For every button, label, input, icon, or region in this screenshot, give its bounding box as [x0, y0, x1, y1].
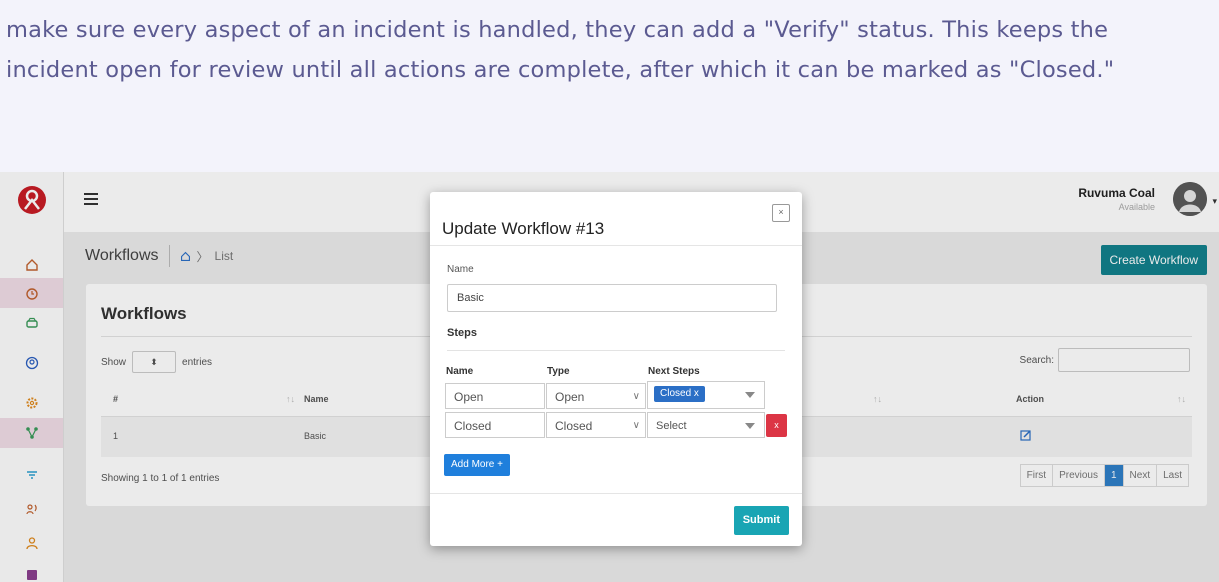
- chevron-down-icon: ∨: [632, 420, 640, 431]
- col-name-header: Name: [446, 366, 474, 377]
- step-name-input[interactable]: Open: [445, 383, 545, 409]
- step-type-select[interactable]: Closed ∨: [546, 412, 646, 438]
- chevron-down-icon: ∨: [632, 391, 640, 402]
- next-steps-select[interactable]: Select: [647, 412, 765, 438]
- intro-paragraph: make sure every aspect of an incident is…: [6, 17, 1115, 83]
- remove-step-button[interactable]: x: [766, 414, 787, 437]
- dropdown-arrow-icon: [745, 392, 755, 398]
- col-type-header: Type: [547, 366, 570, 377]
- add-more-button[interactable]: Add More +: [444, 454, 510, 476]
- selected-step-chip[interactable]: Closed x: [654, 386, 705, 402]
- col-next-header: Next Steps: [648, 366, 700, 377]
- modal-title: Update Workflow #13: [442, 219, 605, 238]
- step-name-input[interactable]: Closed: [445, 412, 545, 438]
- workflow-name-input[interactable]: Basic: [447, 284, 777, 312]
- steps-heading: Steps: [447, 327, 477, 339]
- next-steps-select[interactable]: Closed x: [647, 381, 765, 409]
- dropdown-arrow-icon: [745, 423, 755, 429]
- step-type-select[interactable]: Open ∨: [546, 383, 646, 409]
- update-workflow-modal: Update Workflow #13 × Name Basic Steps N…: [430, 192, 802, 546]
- submit-button[interactable]: Submit: [733, 506, 789, 535]
- name-label: Name: [447, 264, 474, 275]
- close-icon[interactable]: ×: [772, 204, 790, 222]
